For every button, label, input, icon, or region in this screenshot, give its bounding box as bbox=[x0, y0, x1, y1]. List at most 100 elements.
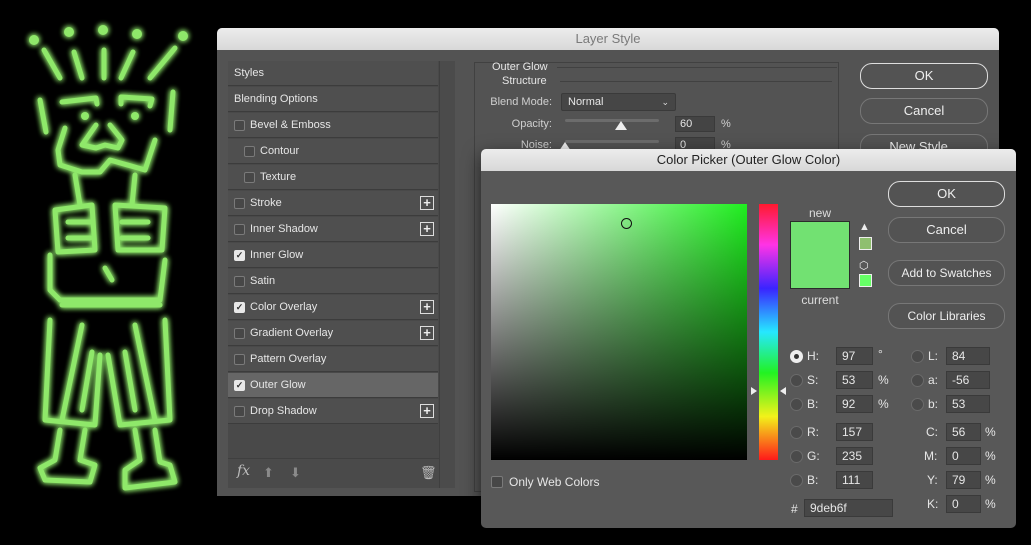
opacity-input[interactable]: 60 bbox=[675, 116, 715, 132]
fx-menu-button[interactable]: fx bbox=[237, 463, 250, 479]
style-item-label: Contour bbox=[260, 145, 300, 157]
style-item-texture[interactable]: Texture bbox=[228, 165, 438, 190]
saturation-radio[interactable] bbox=[790, 374, 803, 387]
style-item-label: Texture bbox=[260, 171, 297, 183]
cyan-label: C: bbox=[926, 425, 938, 439]
red-input[interactable]: 157 bbox=[836, 423, 873, 441]
style-checkbox[interactable] bbox=[234, 405, 245, 417]
brightness-input[interactable]: 92 bbox=[836, 395, 873, 413]
style-item-contour[interactable]: Contour bbox=[228, 139, 438, 164]
cube-icon: ⬡ bbox=[859, 260, 869, 272]
style-item-label: Inner Glow bbox=[250, 249, 304, 261]
style-item-label: Outer Glow bbox=[250, 379, 306, 391]
web-safe-swatch[interactable] bbox=[859, 274, 872, 287]
blue-input[interactable]: 111 bbox=[836, 471, 873, 489]
lab-b-input[interactable]: 53 bbox=[946, 395, 990, 413]
yellow-input[interactable]: 79 bbox=[946, 471, 981, 489]
section-divider bbox=[557, 67, 837, 68]
lab-l-label: L: bbox=[928, 349, 939, 363]
style-checkbox[interactable]: ✓ bbox=[234, 379, 245, 391]
style-item-outer-glow[interactable]: ✓ Outer Glow bbox=[228, 373, 438, 398]
style-item-satin[interactable]: Satin bbox=[228, 269, 438, 294]
style-item-pattern-overlay[interactable]: Pattern Overlay bbox=[228, 347, 438, 372]
magenta-input[interactable]: 0 bbox=[946, 447, 981, 465]
layer-style-ok-button[interactable]: OK bbox=[860, 63, 988, 89]
add-effect-plus-icon[interactable]: + bbox=[420, 196, 434, 210]
only-web-colors-label: Only Web Colors bbox=[509, 475, 600, 489]
style-item-bevel-emboss[interactable]: Bevel & Emboss bbox=[228, 113, 438, 138]
color-picker-cancel-button[interactable]: Cancel bbox=[888, 217, 1005, 243]
green-label: G: bbox=[807, 449, 820, 463]
style-checkbox[interactable] bbox=[244, 171, 255, 183]
black-label: K: bbox=[927, 497, 939, 511]
hue-slider[interactable] bbox=[759, 204, 778, 460]
lab-a-input[interactable]: -56 bbox=[946, 371, 990, 389]
color-field-marker[interactable] bbox=[620, 218, 632, 230]
style-checkbox[interactable] bbox=[244, 145, 255, 157]
hex-input[interactable]: 9deb6f bbox=[804, 499, 893, 517]
add-effect-plus-icon[interactable]: + bbox=[420, 222, 434, 236]
green-input[interactable]: 235 bbox=[836, 447, 873, 465]
hue-input[interactable]: 97 bbox=[836, 347, 873, 365]
saturation-input[interactable]: 53 bbox=[836, 371, 873, 389]
hue-slider-left-handle[interactable] bbox=[751, 386, 757, 395]
green-radio[interactable] bbox=[790, 450, 803, 463]
style-checkbox[interactable] bbox=[234, 275, 245, 287]
style-checkbox[interactable] bbox=[234, 353, 245, 365]
red-radio[interactable] bbox=[790, 426, 803, 439]
brightness-radio[interactable] bbox=[790, 398, 803, 411]
only-web-colors-checkbox[interactable]: Only Web Colors bbox=[491, 475, 599, 489]
hue-unit: ° bbox=[878, 347, 883, 361]
noise-slider[interactable] bbox=[565, 140, 659, 143]
cyan-input[interactable]: 56 bbox=[946, 423, 981, 441]
arrow-down-icon[interactable]: ⬇ bbox=[290, 465, 301, 481]
style-item-inner-shadow[interactable]: Inner Shadow + bbox=[228, 217, 438, 242]
style-item-label: Inner Shadow bbox=[250, 223, 318, 235]
add-effect-plus-icon[interactable]: + bbox=[420, 300, 434, 314]
lab-l-input[interactable]: 84 bbox=[946, 347, 990, 365]
style-checkbox[interactable] bbox=[234, 327, 245, 339]
hue-radio[interactable] bbox=[790, 350, 803, 363]
brightness-unit: % bbox=[878, 397, 889, 411]
lab-a-radio[interactable] bbox=[911, 374, 924, 387]
magenta-label: M: bbox=[924, 449, 938, 463]
style-item-label: Bevel & Emboss bbox=[250, 119, 331, 131]
style-checkbox[interactable]: ✓ bbox=[234, 301, 245, 313]
style-checkbox[interactable] bbox=[234, 197, 245, 209]
style-item-styles[interactable]: Styles bbox=[228, 61, 438, 86]
saturation-brightness-field[interactable] bbox=[491, 204, 747, 460]
blue-radio[interactable] bbox=[790, 474, 803, 487]
style-item-inner-glow[interactable]: ✓ Inner Glow bbox=[228, 243, 438, 268]
style-checkbox[interactable]: ✓ bbox=[234, 249, 245, 261]
add-to-swatches-button[interactable]: Add to Swatches bbox=[888, 260, 1005, 286]
lab-l-radio[interactable] bbox=[911, 350, 924, 363]
add-effect-plus-icon[interactable]: + bbox=[420, 326, 434, 340]
out-of-gamut-swatch[interactable] bbox=[859, 237, 872, 250]
hue-slider-right-handle[interactable] bbox=[780, 386, 786, 395]
style-item-stroke[interactable]: Stroke + bbox=[228, 191, 438, 216]
style-checkbox[interactable] bbox=[234, 223, 245, 235]
add-effect-plus-icon[interactable]: + bbox=[420, 404, 434, 418]
opacity-slider-handle[interactable] bbox=[615, 121, 628, 130]
magenta-unit: % bbox=[985, 449, 996, 463]
style-item-label: Color Overlay bbox=[250, 301, 318, 313]
styles-list-scrollbar[interactable] bbox=[439, 61, 455, 488]
outer-glow-section-title: Outer Glow bbox=[492, 61, 548, 73]
color-picker-ok-button[interactable]: OK bbox=[888, 181, 1005, 207]
current-color-swatch[interactable] bbox=[791, 255, 849, 288]
style-checkbox[interactable] bbox=[234, 119, 245, 131]
trash-icon[interactable]: 🗑 bbox=[420, 465, 437, 481]
black-input[interactable]: 0 bbox=[946, 495, 981, 513]
style-item-color-overlay[interactable]: ✓ Color Overlay + bbox=[228, 295, 438, 320]
style-item-gradient-overlay[interactable]: Gradient Overlay + bbox=[228, 321, 438, 346]
only-web-colors-checkbox-box[interactable] bbox=[491, 476, 503, 488]
style-item-drop-shadow[interactable]: Drop Shadow + bbox=[228, 399, 438, 424]
style-item-blending-options[interactable]: Blending Options bbox=[228, 87, 438, 112]
opacity-slider[interactable] bbox=[565, 119, 659, 122]
group-divider bbox=[560, 81, 832, 82]
arrow-up-icon[interactable]: ⬆ bbox=[263, 465, 274, 481]
layer-style-cancel-button[interactable]: Cancel bbox=[860, 98, 988, 124]
lab-b-radio[interactable] bbox=[911, 398, 924, 411]
color-libraries-button[interactable]: Color Libraries bbox=[888, 303, 1005, 329]
blend-mode-select[interactable]: Normal ⌄ bbox=[561, 93, 676, 111]
